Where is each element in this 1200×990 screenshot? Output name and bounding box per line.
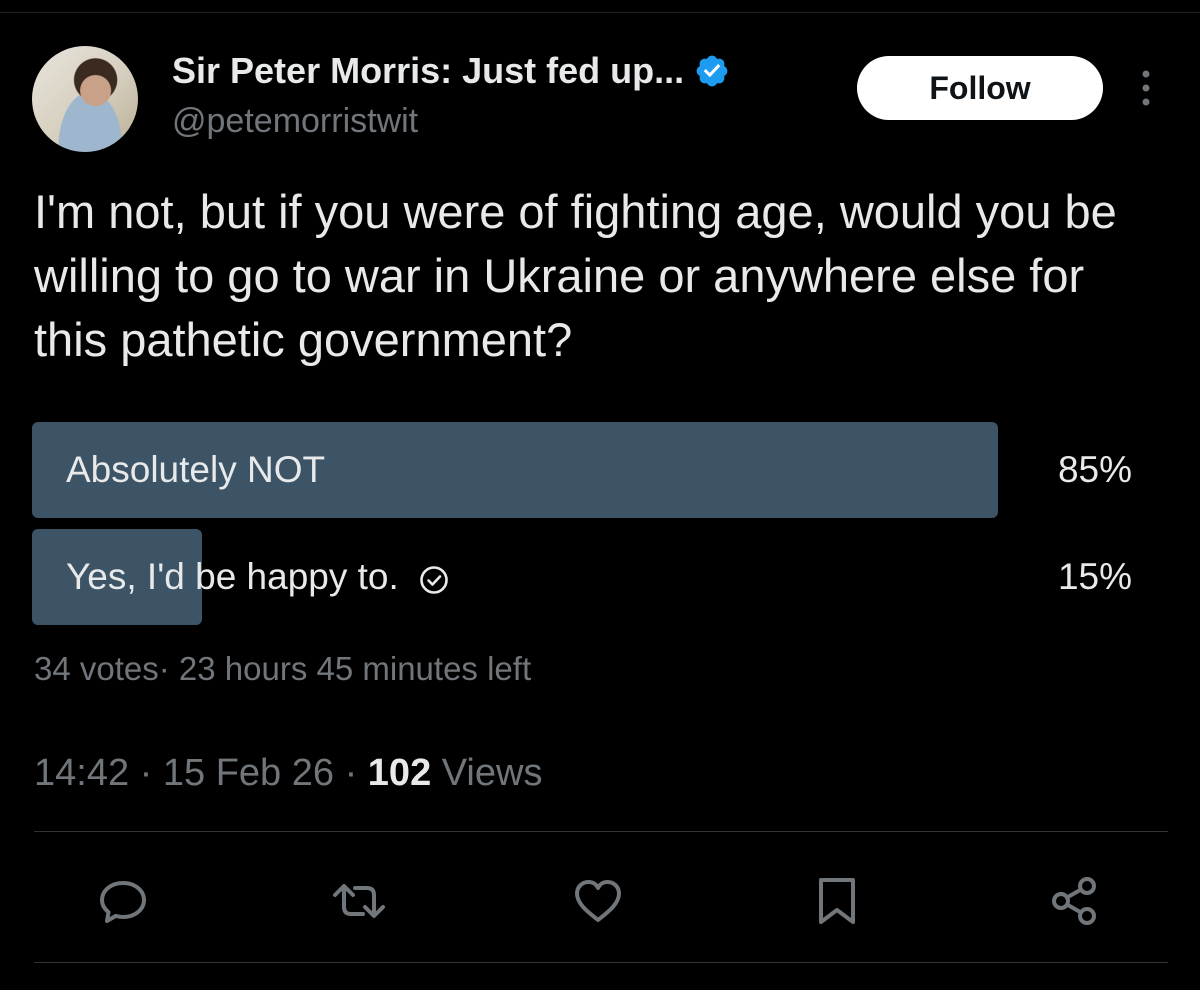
reply-icon[interactable] (96, 874, 150, 928)
follow-button[interactable]: Follow (857, 56, 1103, 120)
separator-dot: · (139, 752, 153, 794)
vote-count: 34 votes (34, 650, 159, 687)
separator-dot: · (344, 752, 358, 794)
verified-badge-icon (694, 53, 730, 89)
poll-option-label-wrap: Yes, I'd be happy to. (66, 529, 449, 625)
retweet-icon[interactable] (332, 874, 386, 928)
views-count: 102 (367, 752, 432, 794)
avatar[interactable] (32, 46, 138, 152)
poll-option-label: Absolutely NOT (66, 449, 326, 490)
poll-option: Absolutely NOT 85% (32, 422, 1162, 518)
time-left: 23 hours 45 minutes left (178, 650, 532, 687)
author-display-name[interactable]: Sir Peter Morris: Just fed up... (172, 50, 684, 92)
tweet-time[interactable]: 14:42 (34, 752, 129, 794)
tweet-text: I'm not, but if you were of fighting age… (34, 185, 1117, 366)
tweet-meta: 14:42 · 15 Feb 26 · 102 Views (34, 752, 542, 795)
top-divider (0, 12, 1200, 13)
divider (34, 831, 1168, 832)
poll-option-percent: 15% (1057, 556, 1132, 597)
poll-option: Yes, I'd be happy to. 15% (32, 529, 1162, 625)
views-label: Views (441, 752, 543, 794)
divider (34, 962, 1168, 963)
author-name-row[interactable]: Sir Peter Morris: Just fed up... (172, 50, 730, 92)
like-icon[interactable] (571, 874, 625, 928)
poll-option-label: Yes, I'd be happy to. (66, 556, 399, 597)
poll-option-percent: 85% (1057, 449, 1132, 490)
author-handle[interactable]: @petemorristwit (172, 102, 418, 141)
more-options-icon[interactable] (1132, 66, 1160, 110)
share-icon[interactable] (1048, 874, 1102, 928)
bookmark-icon[interactable] (810, 874, 864, 928)
tweet-date[interactable]: 15 Feb 26 (163, 752, 334, 794)
selected-check-icon (419, 562, 449, 594)
poll-meta: 34 votes· 23 hours 45 minutes left (34, 650, 531, 688)
separator-dot: · (158, 650, 170, 687)
